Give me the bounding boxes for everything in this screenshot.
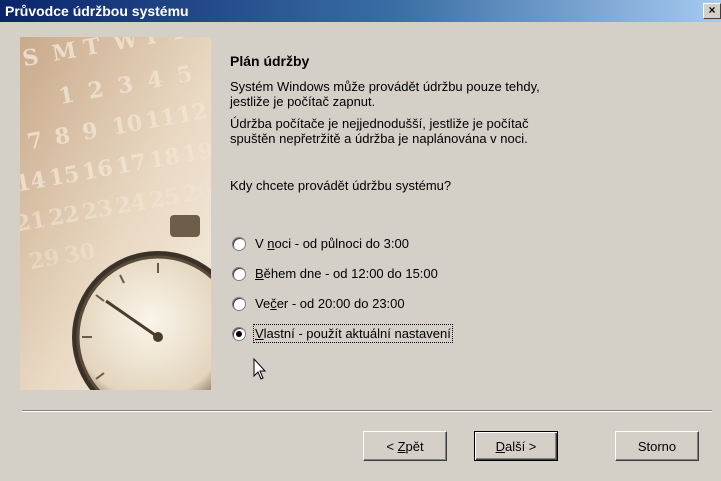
svg-text:24: 24 bbox=[114, 189, 149, 220]
radio-button[interactable] bbox=[232, 236, 246, 251]
radio-label[interactable]: Večer - od 20:00 do 23:00 bbox=[255, 296, 405, 311]
svg-text:M: M bbox=[50, 37, 79, 67]
calendar-stopwatch-image: S M T W T F 1 2 3 4 5 7 8 9 10 11 12 bbox=[20, 37, 211, 390]
radio-button[interactable] bbox=[232, 296, 246, 311]
svg-text:10: 10 bbox=[110, 110, 145, 141]
svg-text:30: 30 bbox=[63, 238, 98, 269]
svg-text:15: 15 bbox=[47, 161, 82, 192]
radio-option-evening[interactable]: Večer - od 20:00 do 23:00 bbox=[232, 296, 405, 311]
svg-text:29: 29 bbox=[27, 244, 62, 275]
intro-paragraph: Systém Windows může provádět údržbu pouz… bbox=[230, 79, 630, 109]
title-bar: Průvodce údržbou systému × bbox=[0, 0, 721, 22]
svg-text:25: 25 bbox=[147, 183, 182, 214]
svg-text:26: 26 bbox=[181, 177, 211, 208]
window-title: Průvodce údržbou systému bbox=[5, 3, 189, 19]
cancel-button[interactable]: Storno bbox=[615, 431, 699, 461]
svg-text:16: 16 bbox=[80, 155, 115, 186]
separator bbox=[22, 410, 712, 412]
page-heading: Plán údržby bbox=[230, 53, 310, 69]
radio-label[interactable]: Vlastní - použít aktuální nastavení bbox=[253, 324, 453, 343]
intro-line-2: jestliže je počítač zapnut. bbox=[230, 94, 376, 109]
radio-label[interactable]: V noci - od půlnoci do 3:00 bbox=[255, 236, 409, 251]
svg-text:12: 12 bbox=[175, 98, 210, 129]
radio-label[interactable]: Během dne - od 12:00 do 15:00 bbox=[255, 266, 438, 281]
radio-option-day[interactable]: Během dne - od 12:00 do 15:00 bbox=[232, 266, 438, 281]
intro-line-1: Systém Windows může provádět údržbu pouz… bbox=[230, 79, 540, 94]
radio-button[interactable] bbox=[232, 266, 246, 281]
description-line-1: Údržba počítače je nejjednodušší, jestli… bbox=[230, 116, 529, 131]
description-paragraph: Údržba počítače je nejjednodušší, jestli… bbox=[230, 116, 630, 146]
radio-option-custom[interactable]: Vlastní - použít aktuální nastavení bbox=[232, 324, 453, 343]
next-button[interactable]: Další > bbox=[474, 431, 558, 461]
back-button[interactable]: < Zpět bbox=[363, 431, 447, 461]
svg-text:23: 23 bbox=[80, 195, 115, 226]
svg-text:11: 11 bbox=[143, 104, 178, 135]
close-icon: × bbox=[708, 3, 716, 17]
svg-text:14: 14 bbox=[20, 167, 48, 198]
radio-button-selected[interactable] bbox=[232, 326, 246, 341]
mouse-cursor-icon bbox=[253, 358, 267, 380]
svg-text:18: 18 bbox=[147, 143, 182, 174]
description-line-2: spuštěn nepřetržitě a údržba je naplánov… bbox=[230, 131, 528, 146]
question-label: Kdy chcete provádět údržbu systému? bbox=[230, 178, 452, 193]
svg-text:22: 22 bbox=[47, 201, 82, 232]
svg-text:17: 17 bbox=[114, 149, 149, 180]
close-button[interactable]: × bbox=[703, 3, 721, 19]
svg-text:19: 19 bbox=[181, 137, 211, 168]
svg-text:21: 21 bbox=[20, 207, 48, 238]
radio-option-night[interactable]: V noci - od půlnoci do 3:00 bbox=[232, 236, 409, 251]
